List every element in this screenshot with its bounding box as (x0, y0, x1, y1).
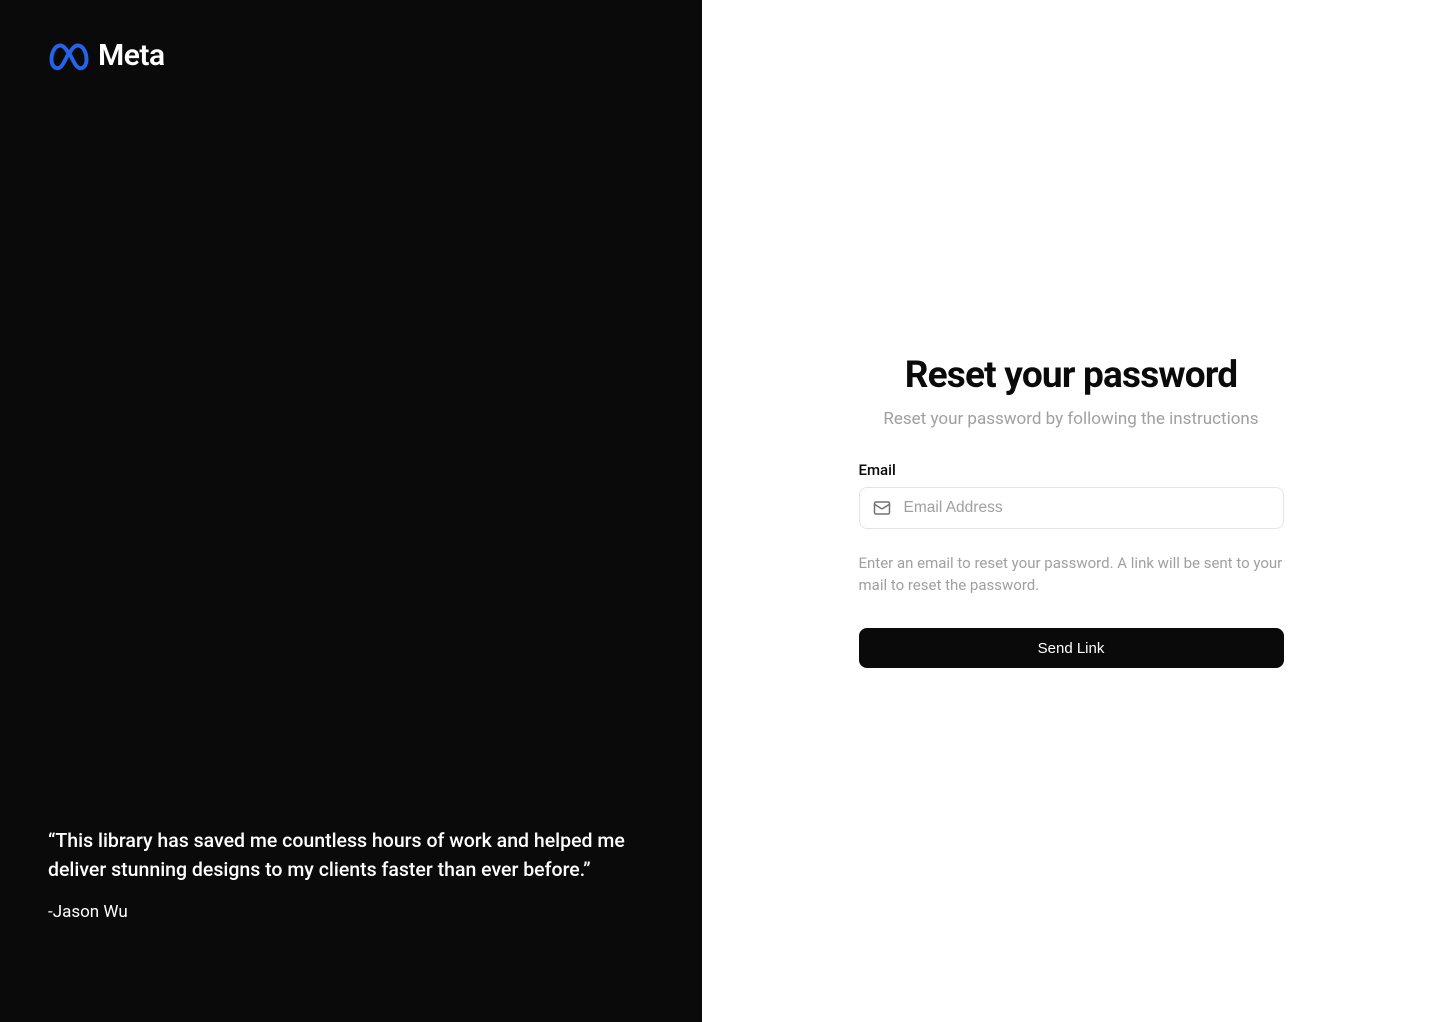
page-title: Reset your password (859, 354, 1284, 397)
quote-author: -Jason Wu (48, 902, 638, 922)
email-label: Email (859, 461, 1284, 479)
page-subtitle: Reset your password by following the ins… (859, 409, 1284, 429)
reset-password-form: Reset your password Reset your password … (859, 354, 1284, 669)
left-panel: Meta “This library has saved me countles… (0, 0, 702, 1022)
right-panel: Reset your password Reset your password … (702, 0, 1440, 1022)
quote-section: “This library has saved me countless hou… (48, 827, 638, 922)
email-input-wrapper (859, 487, 1284, 529)
logo: Meta (48, 38, 654, 73)
helper-text: Enter an email to reset your password. A… (859, 553, 1284, 597)
send-link-button[interactable]: Send Link (859, 628, 1284, 668)
email-field[interactable] (859, 487, 1284, 529)
logo-text: Meta (98, 38, 165, 73)
quote-text: “This library has saved me countless hou… (48, 827, 638, 884)
meta-logo-icon (48, 42, 90, 70)
mail-icon (873, 499, 891, 517)
